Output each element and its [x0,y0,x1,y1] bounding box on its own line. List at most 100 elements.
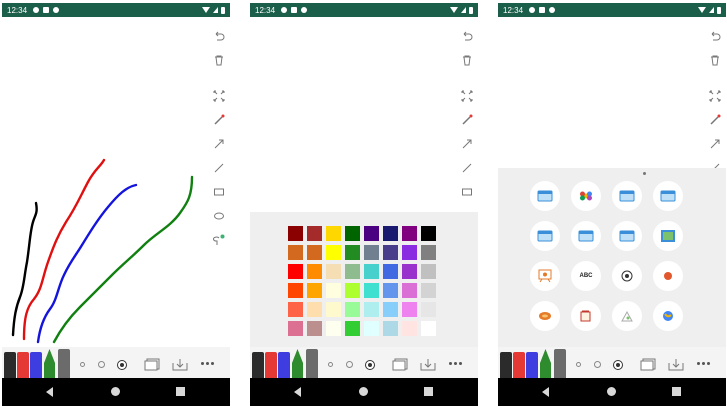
line-tool-button[interactable] [210,159,228,177]
color-swatch[interactable] [421,245,436,260]
color-swatch[interactable] [326,264,341,279]
gray-marker[interactable] [554,349,566,378]
black-pen[interactable] [4,352,16,378]
recents-icon[interactable] [424,387,433,396]
color-swatch[interactable] [307,226,322,241]
recents-icon[interactable] [672,387,681,396]
stamp-button[interactable] [571,181,601,211]
stamp-button[interactable] [612,301,642,331]
color-swatch[interactable] [383,245,398,260]
color-swatch[interactable] [288,264,303,279]
stamp-button[interactable] [612,181,642,211]
color-swatch[interactable] [326,321,341,336]
color-swatch[interactable] [402,321,417,336]
stamp-button[interactable] [530,221,560,251]
rectangle-tool-button[interactable] [458,183,476,201]
back-icon[interactable] [294,387,301,397]
save-button[interactable] [172,357,188,371]
undo-button[interactable] [706,27,724,45]
stroke-size-medium[interactable] [98,361,105,368]
red-pen[interactable] [513,352,525,378]
color-swatch[interactable] [402,283,417,298]
red-pen[interactable] [17,352,29,378]
stamp-button[interactable] [653,181,683,211]
recents-icon[interactable] [176,387,185,396]
color-swatch[interactable] [345,302,360,317]
pages-button[interactable] [144,357,160,371]
fit-screen-button[interactable] [210,87,228,105]
color-swatch[interactable] [383,226,398,241]
color-swatch[interactable] [326,302,341,317]
pages-button[interactable] [640,357,656,371]
color-swatch[interactable] [345,264,360,279]
color-swatch[interactable] [364,302,379,317]
color-swatch[interactable] [383,264,398,279]
stroke-size-small[interactable] [576,362,581,367]
black-pen[interactable] [500,352,512,378]
color-swatch[interactable] [345,283,360,298]
color-swatch[interactable] [307,321,322,336]
back-icon[interactable] [46,387,53,397]
color-swatch[interactable] [307,302,322,317]
black-pen[interactable] [252,352,264,378]
color-swatch[interactable] [364,321,379,336]
blue-pen[interactable] [278,352,290,378]
laser-pointer-button[interactable] [210,111,228,129]
fit-screen-button[interactable] [458,87,476,105]
stamp-button[interactable] [571,221,601,251]
green-highlighter[interactable] [539,349,552,378]
delete-button[interactable] [458,51,476,69]
laser-pointer-button[interactable] [458,111,476,129]
green-highlighter[interactable] [291,349,304,378]
laser-pointer-button[interactable] [706,111,724,129]
color-swatch[interactable] [326,245,341,260]
stroke-size-large[interactable] [365,360,375,370]
panel-drag-handle[interactable] [643,172,646,175]
color-swatch[interactable] [345,321,360,336]
stamp-button[interactable] [653,301,683,331]
color-swatch[interactable] [307,245,322,260]
drawing-canvas[interactable] [2,17,230,347]
blue-pen[interactable] [526,352,538,378]
stroke-size-medium[interactable] [594,361,601,368]
home-icon[interactable] [359,387,368,396]
stamp-button[interactable] [530,261,560,291]
stamp-button[interactable] [612,221,642,251]
undo-button[interactable] [210,27,228,45]
color-swatch[interactable] [345,226,360,241]
stroke-size-large[interactable] [613,360,623,370]
stamp-button[interactable] [530,301,560,331]
line-tool-button[interactable] [458,159,476,177]
color-swatch[interactable] [288,245,303,260]
color-swatch[interactable] [402,302,417,317]
color-swatch[interactable] [383,321,398,336]
home-icon[interactable] [111,387,120,396]
more-menu-button[interactable] [449,362,462,365]
color-swatch[interactable] [288,321,303,336]
rectangle-tool-button[interactable] [210,183,228,201]
color-swatch[interactable] [402,226,417,241]
pages-button[interactable] [392,357,408,371]
arrow-tool-button[interactable] [458,135,476,153]
home-icon[interactable] [607,387,616,396]
color-swatch[interactable] [421,226,436,241]
color-swatch[interactable] [364,226,379,241]
arrow-tool-button[interactable] [210,135,228,153]
color-swatch[interactable] [421,264,436,279]
stroke-size-medium[interactable] [346,361,353,368]
color-swatch[interactable] [364,264,379,279]
ellipse-tool-button[interactable] [210,207,228,225]
stroke-size-large[interactable] [117,360,127,370]
stamp-button[interactable]: ABC [571,261,601,291]
red-pen[interactable] [265,352,277,378]
gray-marker[interactable] [58,349,70,378]
color-swatch[interactable] [402,245,417,260]
color-swatch[interactable] [345,245,360,260]
color-swatch[interactable] [288,302,303,317]
color-swatch[interactable] [326,226,341,241]
color-swatch[interactable] [288,226,303,241]
arrow-tool-button[interactable] [706,135,724,153]
fit-screen-button[interactable] [706,87,724,105]
stroke-size-small[interactable] [328,362,333,367]
stamp-button[interactable] [571,301,601,331]
